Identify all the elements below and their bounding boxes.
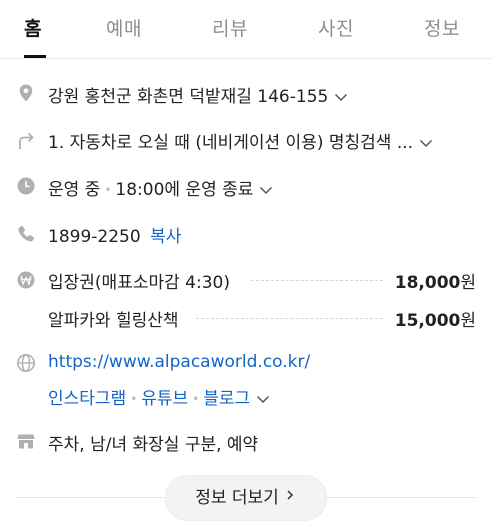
active-tab-indicator bbox=[24, 55, 46, 58]
address-row[interactable]: 강원 홍천군 화촌면 덕밭재길 146-155 bbox=[0, 80, 492, 110]
facilities-text: 주차, 남/녀 화장실 구분, 예약 bbox=[48, 435, 259, 455]
store-icon bbox=[16, 431, 36, 451]
more-info-button[interactable]: 정보 더보기 bbox=[165, 475, 327, 521]
copy-phone-button[interactable]: 복사 bbox=[150, 227, 181, 247]
website-link[interactable]: https://www.alpacaworld.co.kr/ bbox=[48, 352, 310, 372]
prices-section: 입장권(매표소마감 4:30) 18,000원 알파카와 힐링산책 15,000… bbox=[0, 266, 492, 332]
phone-icon bbox=[16, 224, 36, 244]
directions-row[interactable]: 1. 자동차로 오실 때 (네비게이션 이용) 명칭검색 ... bbox=[0, 126, 492, 156]
hours-text: 운영 중 • 18:00에 운영 종료 bbox=[48, 175, 275, 200]
address-text: 강원 홍천군 화촌면 덕밭재길 146-155 bbox=[48, 82, 350, 107]
separator-dot: • bbox=[104, 183, 112, 197]
price-item-name: 입장권(매표소마감 4:30) bbox=[48, 273, 230, 293]
tab-info[interactable]: 정보 bbox=[424, 14, 460, 41]
price-item-amount: 18,000원 bbox=[394, 273, 476, 293]
separator-dot: • bbox=[192, 392, 200, 406]
dotted-leader bbox=[196, 318, 383, 319]
instagram-link[interactable]: 인스타그램 bbox=[48, 389, 126, 409]
hours-row[interactable]: 운영 중 • 18:00에 운영 종료 bbox=[0, 173, 492, 203]
phone-number[interactable]: 1899-2250 bbox=[48, 227, 141, 247]
won-currency-icon bbox=[16, 270, 36, 290]
chevron-right-icon bbox=[283, 475, 297, 519]
chevron-down-icon[interactable] bbox=[417, 134, 435, 152]
directions-arrow-icon bbox=[16, 130, 36, 150]
location-pin-icon bbox=[16, 83, 36, 103]
globe-icon bbox=[16, 353, 36, 373]
tab-reviews[interactable]: 리뷰 bbox=[212, 14, 248, 41]
hours-detail: 18:00에 운영 종료 bbox=[115, 180, 254, 200]
price-item-name: 알파카와 힐링산책 bbox=[48, 311, 179, 331]
phone-row: 1899-2250 복사 bbox=[0, 220, 492, 250]
dotted-leader bbox=[251, 280, 383, 281]
separator-dot: • bbox=[130, 392, 138, 406]
chevron-down-icon[interactable] bbox=[332, 88, 350, 106]
chevron-down-icon[interactable] bbox=[254, 390, 272, 408]
tab-home[interactable]: 홈 bbox=[24, 14, 42, 41]
hours-status: 운영 중 bbox=[48, 180, 101, 200]
tab-reservation[interactable]: 예매 bbox=[106, 14, 142, 41]
directions-text: 1. 자동차로 오실 때 (네비게이션 이용) 명칭검색 ... bbox=[48, 128, 435, 153]
facilities-row: 주차, 남/녀 화장실 구분, 예약 bbox=[0, 428, 492, 458]
tab-bar: 홈 예매 리뷰 사진 정보 bbox=[0, 0, 492, 59]
price-item-amount: 15,000원 bbox=[394, 311, 476, 331]
clock-icon bbox=[16, 176, 36, 196]
website-section: https://www.alpacaworld.co.kr/ 인스타그램 • 유튜브… bbox=[0, 350, 492, 410]
social-links: 인스타그램 • 유튜브 • 블로그 bbox=[48, 384, 272, 409]
chevron-down-icon[interactable] bbox=[257, 181, 275, 199]
blog-link[interactable]: 블로그 bbox=[203, 389, 250, 409]
youtube-link[interactable]: 유튜브 bbox=[141, 389, 188, 409]
tab-photos[interactable]: 사진 bbox=[318, 14, 354, 41]
